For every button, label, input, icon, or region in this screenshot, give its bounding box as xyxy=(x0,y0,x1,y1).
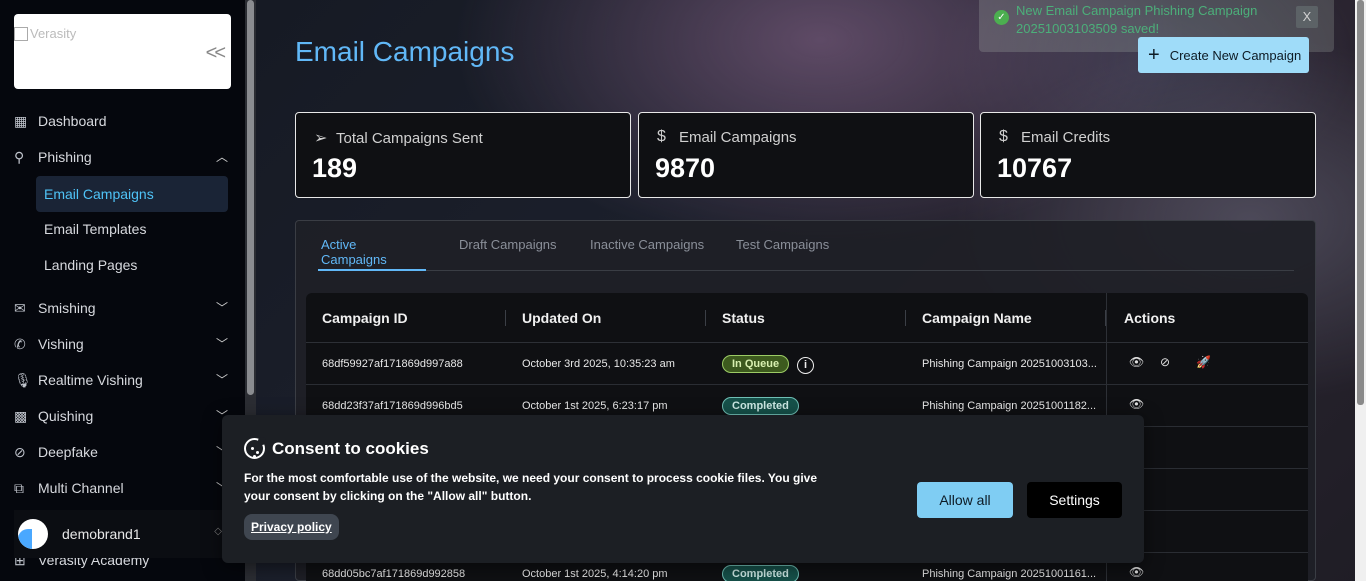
toast-close-button[interactable]: X xyxy=(1296,6,1318,28)
launch-rocket-icon[interactable]: 🚀 xyxy=(1196,355,1211,369)
chevron-down-icon: ﹀ xyxy=(215,337,228,351)
column-header: Actions xyxy=(1124,310,1176,326)
check-circle-icon: ✓ xyxy=(994,10,1009,25)
status-badge: Completed xyxy=(722,565,799,581)
column-divider[interactable] xyxy=(905,310,906,326)
sms-icon: ✉ xyxy=(14,299,26,316)
tab-test-campaigns[interactable]: Test Campaigns xyxy=(736,237,829,271)
plus-icon: + xyxy=(1148,44,1160,66)
column-header[interactable]: Campaign ID xyxy=(322,310,408,326)
tab-active-campaigns[interactable]: Active Campaigns xyxy=(318,237,426,271)
sidebar-item-landing-pages[interactable]: Landing Pages xyxy=(36,247,228,283)
logo-image: Verasity xyxy=(14,26,76,41)
broken-image-icon xyxy=(14,26,28,41)
network-icon: ⧉ xyxy=(14,479,24,496)
toast-message: New Email Campaign Phishing Campaign 202… xyxy=(1016,3,1258,36)
column-header[interactable]: Updated On xyxy=(522,310,601,326)
view-icon[interactable]: 👁 xyxy=(1129,397,1144,411)
stat-card-email-credits: $ Email Credits 10767 xyxy=(980,112,1316,198)
table-header: Campaign ID Updated On Status Campaign N… xyxy=(306,293,1308,343)
allow-all-button[interactable]: Allow all xyxy=(917,482,1013,518)
cookie-text: For the most comfortable use of the webs… xyxy=(244,471,818,503)
sidebar-item-quishing[interactable]: ▩ Quishing ﹀ xyxy=(14,401,234,431)
stat-card-total-sent: ➢ Total Campaigns Sent 189 xyxy=(295,112,631,198)
tab-inactive-campaigns[interactable]: Inactive Campaigns xyxy=(590,237,704,271)
view-icon[interactable]: 👁 xyxy=(1129,355,1144,369)
column-header[interactable]: Status xyxy=(722,310,765,326)
send-icon: ➢ xyxy=(314,130,328,147)
page-scroll-thumb[interactable] xyxy=(1357,0,1364,405)
info-icon[interactable]: i xyxy=(797,357,814,374)
sidebar-item-email-campaigns[interactable]: Email Campaigns xyxy=(36,176,228,212)
page-scrollbar[interactable] xyxy=(1355,0,1366,581)
dashboard-icon: ▦ xyxy=(14,112,28,129)
cookie-title: Consent to cookies xyxy=(272,439,429,458)
stat-card-email-campaigns: $ Email Campaigns 9870 xyxy=(638,112,974,198)
cookie-consent-dialog: Consent to cookies For the most comforta… xyxy=(222,415,1144,563)
campaign-tabs: Active Campaigns Draft Campaigns Inactiv… xyxy=(318,221,1294,271)
sidebar-scroll-thumb[interactable] xyxy=(247,0,254,395)
microphone-icon: 🎙 xyxy=(14,371,32,388)
sidebar-item-email-templates[interactable]: Email Templates xyxy=(36,211,228,247)
chevron-down-icon: ﹀ xyxy=(215,373,228,387)
view-icon[interactable]: 👁 xyxy=(1129,565,1144,579)
column-divider[interactable] xyxy=(505,310,506,326)
sidebar-item-phishing[interactable]: ⚲ Phishing ︿ xyxy=(14,142,234,172)
sidebar-item-multi-channel[interactable]: ⧉ Multi Channel ﹀ xyxy=(14,473,234,503)
qr-code-icon: ▩ xyxy=(14,407,28,424)
status-badge: Completed xyxy=(722,397,799,415)
chevron-up-down-icon: ◇ xyxy=(214,526,222,537)
chevron-up-icon: ︿ xyxy=(215,150,228,164)
sidebar: Verasity << ▦ Dashboard ⚲ Phishing ︿ Ema… xyxy=(0,0,245,581)
create-campaign-button[interactable]: + Create New Campaign xyxy=(1138,37,1309,73)
table-row[interactable]: 68df59927af171869d997a88 October 3rd 202… xyxy=(306,343,1308,385)
cookie-icon xyxy=(244,437,266,459)
status-badge: In Queue xyxy=(722,355,790,373)
avatar xyxy=(18,519,48,549)
brand-name: demobrand1 xyxy=(62,526,141,542)
deepfake-icon: ⊘ xyxy=(14,443,26,460)
chevron-down-icon: ﹀ xyxy=(215,301,228,315)
sidebar-item-dashboard[interactable]: ▦ Dashboard xyxy=(14,106,234,136)
dollar-icon: $ xyxy=(999,128,1008,145)
logo-box[interactable]: Verasity << xyxy=(14,14,231,89)
collapse-sidebar-icon[interactable]: << xyxy=(206,42,226,65)
phone-icon: ✆ xyxy=(14,335,26,352)
column-divider[interactable] xyxy=(705,310,706,326)
brand-switcher[interactable]: demobrand1 ◇ xyxy=(14,510,230,558)
page-title: Email Campaigns xyxy=(295,36,515,67)
sidebar-item-vishing[interactable]: ✆ Vishing ﹀ xyxy=(14,329,234,359)
cookie-settings-button[interactable]: Settings xyxy=(1027,482,1122,518)
privacy-policy-link[interactable]: Privacy policy xyxy=(244,514,339,540)
tab-draft-campaigns[interactable]: Draft Campaigns xyxy=(459,237,557,271)
deactivate-icon[interactable]: ⊘ xyxy=(1160,355,1170,369)
sidebar-item-realtime-vishing[interactable]: 🎙 Realtime Vishing ﹀ xyxy=(14,365,234,395)
dollar-icon: $ xyxy=(657,128,666,145)
sidebar-item-deepfake[interactable]: ⊘ Deepfake ﹀ xyxy=(14,437,234,467)
hook-icon: ⚲ xyxy=(14,148,25,165)
column-header[interactable]: Campaign Name xyxy=(922,310,1032,326)
sidebar-item-smishing[interactable]: ✉ Smishing ﹀ xyxy=(14,293,234,323)
